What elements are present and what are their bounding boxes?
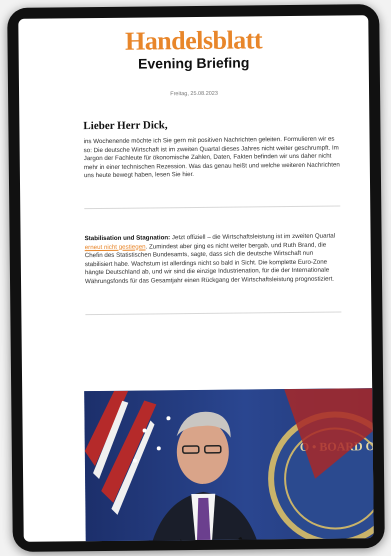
greeting: Lieber Herr Dick, (83, 119, 168, 133)
article-photo[interactable]: O • BOARD OF (84, 388, 374, 542)
divider (85, 311, 342, 315)
issue-date: Freitag, 25.08.2023 (170, 90, 218, 98)
newsletter-body: Lieber Herr Dick, ins Wochenende möchte … (19, 117, 371, 315)
tablet-frame: Handelsblatt Evening Briefing Freitag, 2… (7, 4, 385, 552)
article-lead: Stabilisation und Stagnation: (84, 234, 171, 243)
brand-logo: Handelsblatt (124, 25, 263, 56)
email-view[interactable]: Handelsblatt Evening Briefing Freitag, 2… (18, 15, 374, 542)
article-link[interactable]: erneut nicht gestiegen (85, 243, 146, 251)
intro-paragraph: ins Wochenende möchte ich Sie gern mit p… (83, 135, 340, 180)
article-text-1: Jetzt offiziell – die Wirtschaftsleistun… (170, 232, 336, 242)
newsletter-header: Handelsblatt Evening Briefing (18, 15, 369, 73)
edition-title: Evening Briefing (138, 54, 250, 72)
divider (84, 205, 341, 210)
article-paragraph: Stabilisation und Stagnation: Jetzt offi… (85, 232, 342, 286)
press-conference-image: O • BOARD OF (84, 388, 374, 542)
